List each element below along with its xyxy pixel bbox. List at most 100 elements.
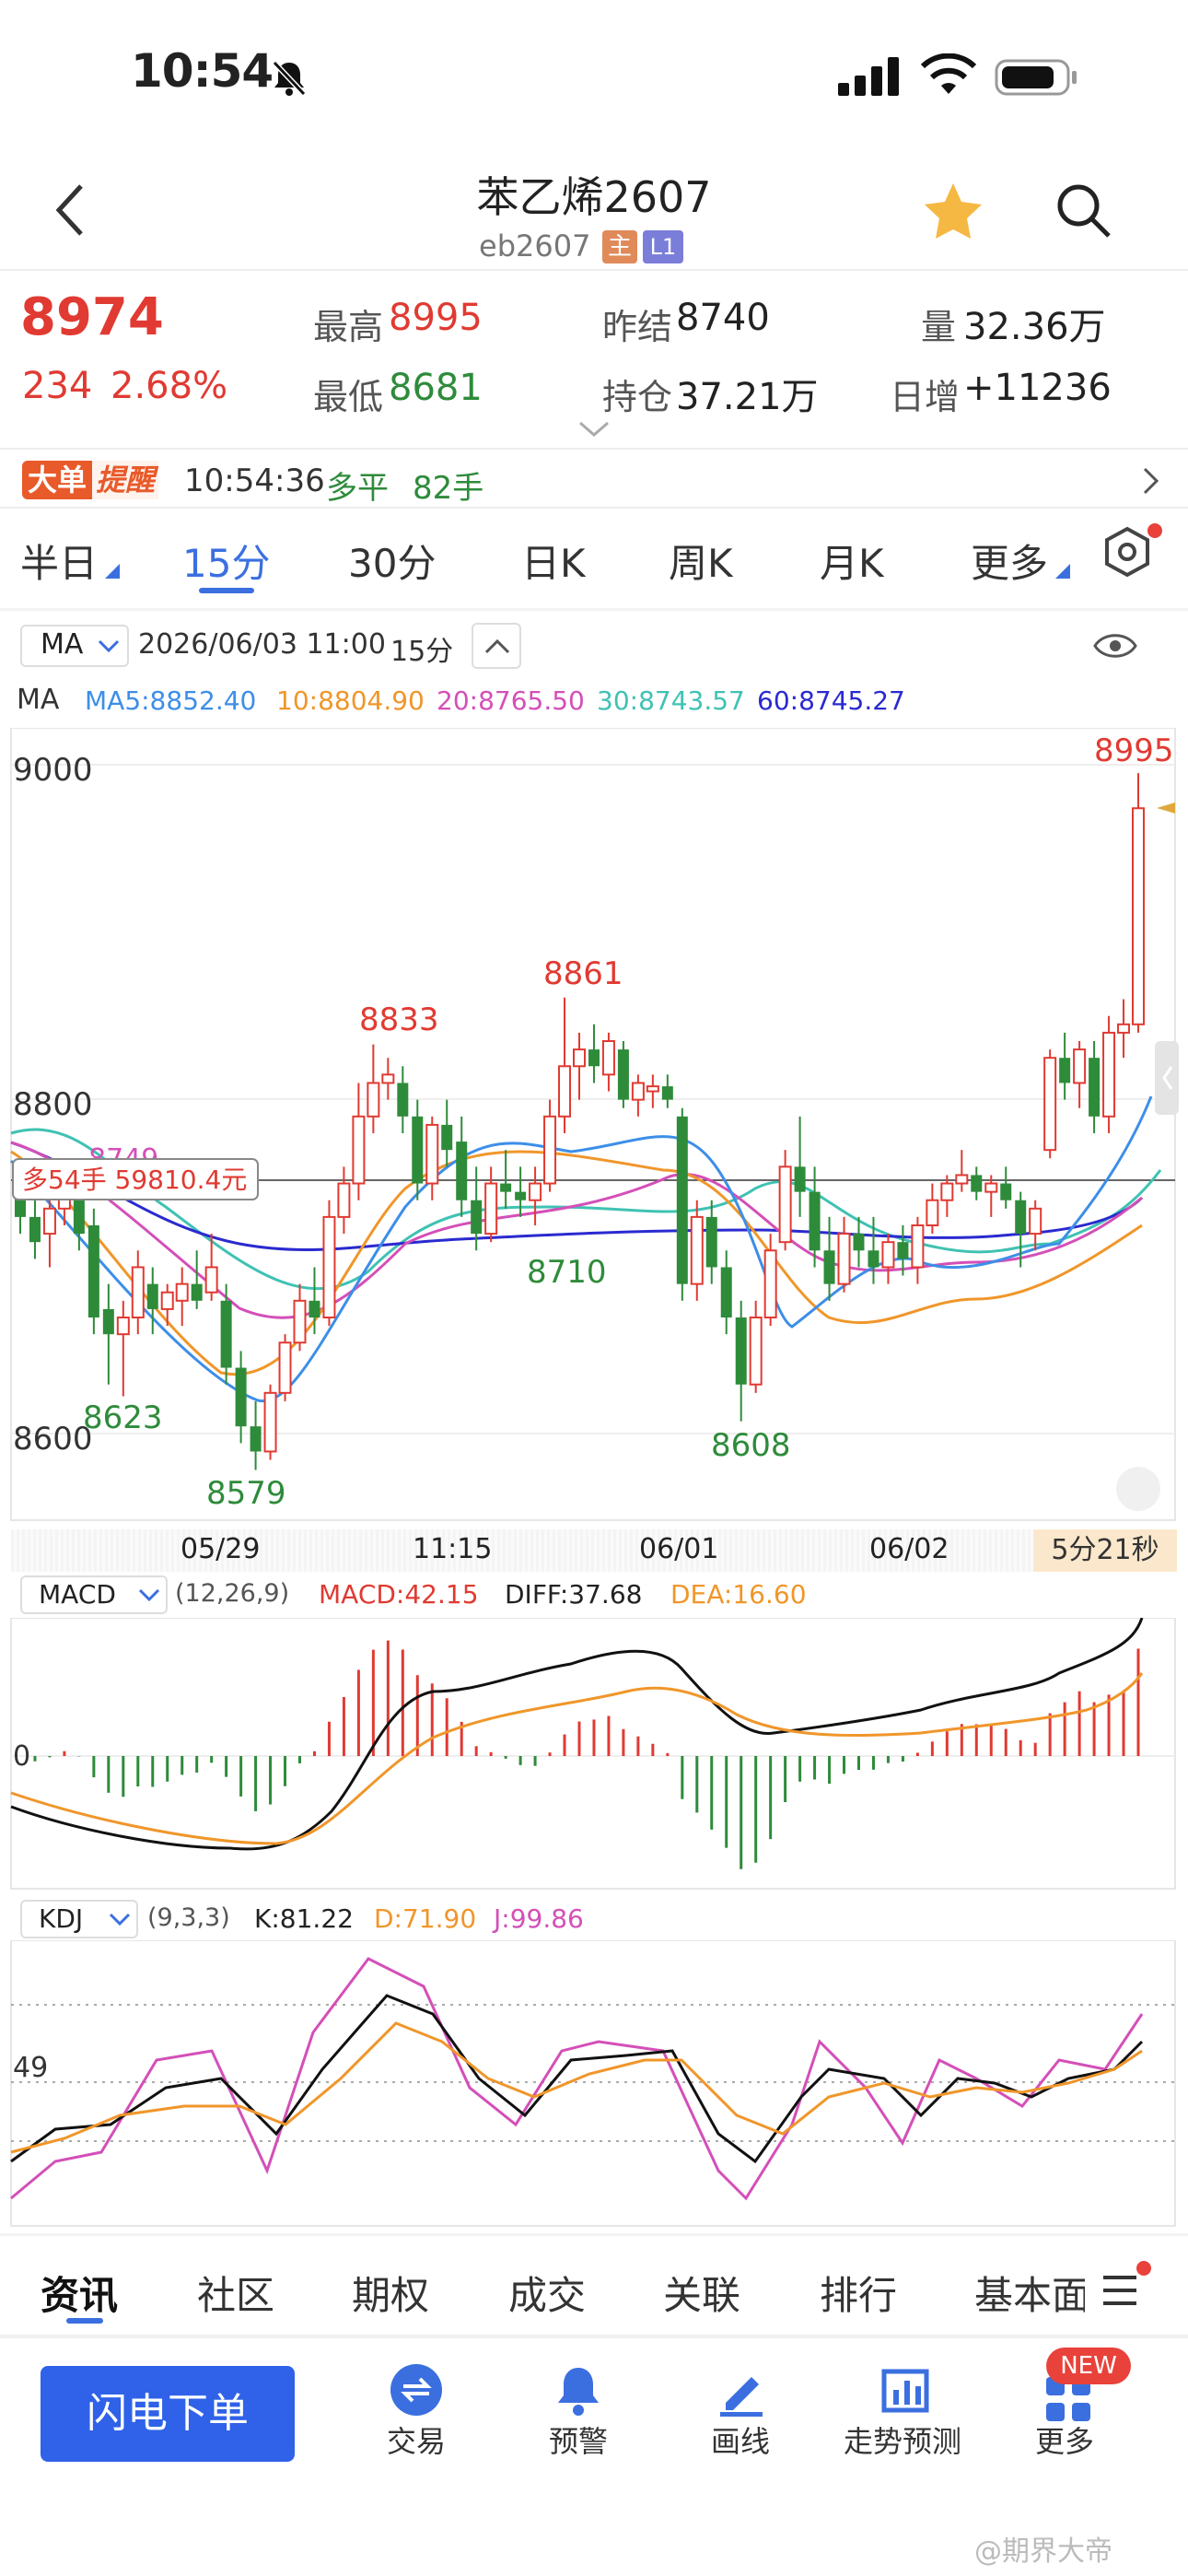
alarm-bell-icon[interactable] [551,2362,606,2418]
candle-body [881,1241,895,1269]
ma30-value: 30:8743.57 [597,685,745,716]
prev-close-label: 昨结 [602,307,673,347]
tab-trades[interactable]: 成交 [508,2265,586,2321]
candle-body [940,1182,954,1201]
candle-body [146,1283,158,1309]
trade-icon[interactable] [389,2362,444,2418]
candle-body [515,1191,527,1200]
candle-body [131,1266,145,1318]
candle-body [278,1341,292,1394]
tab-30min[interactable]: 30分 [348,533,436,589]
candle-body [926,1199,939,1227]
draw-pen-icon[interactable] [713,2362,768,2418]
eye-icon[interactable] [1092,628,1138,663]
tab-indicator [199,588,254,593]
kdj-select[interactable]: KDJ [20,1900,138,1938]
chevron-right-icon[interactable] [1140,464,1162,498]
tab-news[interactable]: 资讯 [41,2265,118,2321]
candle-body [1029,1207,1042,1235]
candle-body [661,1086,673,1100]
y-tick-8800: 8800 [13,1086,93,1123]
bottom-tab-indicator [66,2318,103,2324]
tab-options[interactable]: 期权 [352,2265,429,2321]
side-handle[interactable] [1155,1041,1179,1115]
tab-daily-k[interactable]: 日K [521,533,586,589]
settings-hex-icon[interactable] [1096,521,1170,590]
fullscreen-icon[interactable] [1116,1467,1160,1511]
candles-group [15,773,1145,1470]
contract-title: 苯乙烯2607 [476,172,712,222]
candle-body [1073,1048,1087,1084]
tab-related[interactable]: 关联 [663,2265,740,2321]
label-8623: 8623 [83,1399,163,1436]
search-icon[interactable] [1054,181,1114,241]
j-value: J:99.86 [494,1903,584,1934]
candle-body [1132,807,1145,1025]
candle-body [412,1116,424,1184]
candle-body [471,1200,483,1235]
y-tick-9000: 9000 [13,752,93,789]
candle-body [823,1250,835,1284]
alert-label[interactable]: 预警 [495,2418,661,2461]
ma10-value: 10:8804.90 [276,685,425,716]
d-value: D:71.90 [374,1903,477,1934]
candle-body [984,1182,998,1193]
price-change-pct: 2.68% [111,365,228,407]
trade-label[interactable]: 交易 [333,2418,499,2461]
tab-more[interactable]: 更多 [971,533,1048,589]
x-tick-1115: 11:15 [413,1533,493,1565]
candle-body [484,1182,498,1235]
y-tick-8600: 8600 [13,1421,93,1458]
candle-body [558,1065,572,1118]
star-icon[interactable] [921,181,985,241]
contract-code: eb2607 [479,228,591,263]
alert-badge-2: 提醒 [92,461,159,499]
alert-time: 10:54:36 [184,463,325,499]
candle-body [543,1115,557,1185]
tab-15min[interactable]: 15分 [182,533,270,589]
big-order-alert-badge[interactable]: 大单 提醒 [22,461,162,499]
more-label[interactable]: 更多 [982,2418,1147,2461]
candlestick-chart[interactable]: 9000 8800 8600 8995 8833 8861 8710 8623 … [0,728,1188,1539]
candle-body [500,1183,512,1192]
candle-body [381,1073,395,1084]
candle-body [646,1085,659,1093]
menu-icon[interactable] [1096,2255,1160,2320]
chart-datetime: 2026/06/03 11:00 [138,628,386,661]
candle-body [1102,1031,1116,1118]
low-value: 8681 [389,367,483,409]
indicator-select[interactable]: MA [20,625,129,667]
tab-weekly-k[interactable]: 周K [669,533,733,589]
tab-community[interactable]: 社区 [197,2265,274,2321]
flash-order-button[interactable]: 闪电下单 [41,2366,295,2462]
collapse-button[interactable] [472,623,521,669]
forecast-label[interactable]: 走势预测 [820,2418,985,2461]
candle-body [749,1317,763,1386]
tab-half-day[interactable]: 半日 [20,533,98,589]
tab-ranking[interactable]: 排行 [820,2265,897,2321]
chevron-up-icon [484,638,510,654]
alert-badge-1: 大单 [22,461,93,499]
forecast-chart-icon[interactable] [877,2362,932,2418]
candle-body [1059,1058,1071,1083]
candle-body [337,1182,351,1218]
x-tick-0602: 06/02 [869,1533,949,1565]
candle-body [1117,1023,1131,1034]
tab-fundamentals[interactable]: 基本面 [974,2265,1085,2321]
expand-chevron-icon[interactable] [578,420,610,439]
diff-value: DIFF:37.68 [505,1579,643,1610]
ma5-value: MA5:8852.40 [85,685,257,716]
status-time: 10:54 [131,44,274,98]
macd-select[interactable]: MACD [20,1575,168,1614]
label-8608: 8608 [711,1427,791,1464]
ma20-value: 20:8765.50 [437,685,585,716]
draw-label[interactable]: 画线 [658,2418,823,2461]
candle-body [116,1317,130,1336]
alert-qty: 82手 [413,470,484,507]
macd-label: MACD [39,1579,116,1610]
vol-label: 量 [921,307,957,347]
tab-monthly-k[interactable]: 月K [820,533,884,589]
high-value: 8995 [389,297,483,339]
candle-body [309,1300,320,1317]
candle-body [456,1142,468,1200]
